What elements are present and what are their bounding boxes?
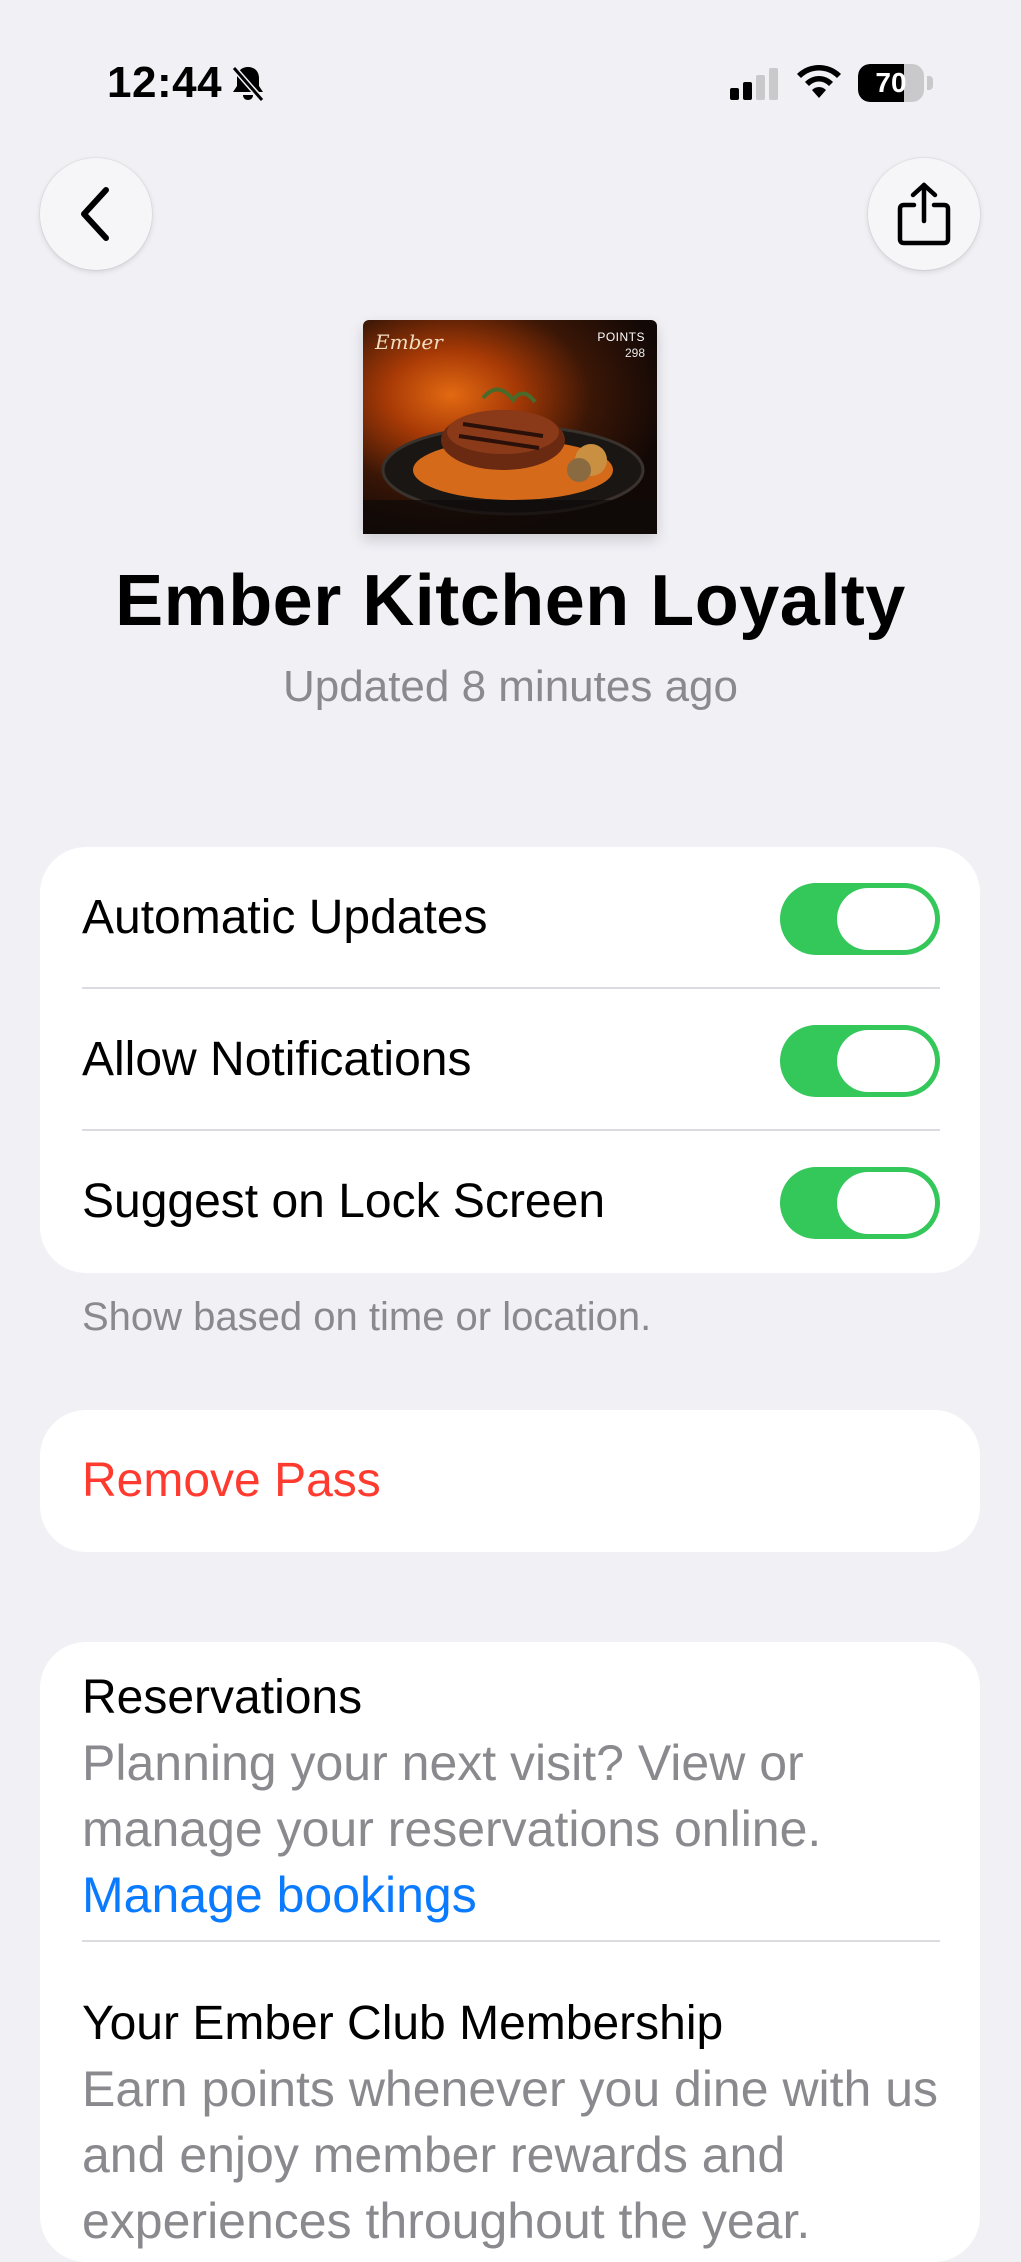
suggest-lock-screen-label: Suggest on Lock Screen (82, 1175, 606, 1228)
pass-thumbnail: Ember POINTS 298 (363, 320, 657, 534)
reservations-title: Reservations (82, 1671, 363, 1724)
automatic-updates-toggle[interactable] (780, 883, 940, 955)
cellular-signal-icon (730, 68, 778, 100)
suggest-lock-screen-row: Suggest on Lock Screen (40, 1131, 980, 1273)
membership-text: Earn points whenever you dine with us an… (82, 2061, 939, 2249)
status-time: 12:44 (107, 58, 223, 107)
allow-notifications-label: Allow Notifications (82, 1033, 472, 1086)
bell-slash-icon (231, 66, 265, 102)
reservations-text: Planning your next visit? View or manage… (82, 1735, 822, 1857)
battery-percent: 70 (875, 67, 907, 98)
battery-icon: 70 (858, 64, 934, 104)
pass-title: Ember Kitchen Loyalty (115, 561, 906, 641)
remove-pass-button[interactable]: Remove Pass (40, 1410, 980, 1552)
pass-food-image (363, 387, 657, 534)
settings-footnote: Show based on time or location. (82, 1295, 652, 1339)
pass-settings-group: Automatic Updates Allow Notifications Su… (40, 847, 980, 1273)
membership-section: Your Ember Club Membership Earn points w… (40, 1966, 980, 2254)
status-bar: 12:44 70 (0, 0, 1021, 170)
reservations-section: Reservations Planning your next visit? V… (40, 1642, 980, 1966)
automatic-updates-row: Automatic Updates (40, 847, 980, 989)
manage-bookings-link[interactable]: Manage bookings (82, 1862, 940, 1928)
share-icon (897, 182, 951, 246)
share-button[interactable] (868, 158, 980, 270)
back-button[interactable] (40, 158, 152, 270)
allow-notifications-row: Allow Notifications (40, 989, 980, 1131)
suggest-lock-screen-toggle[interactable] (780, 1167, 940, 1239)
updated-subtitle: Updated 8 minutes ago (283, 662, 738, 711)
pass-info-group: Reservations Planning your next visit? V… (40, 1642, 980, 2262)
allow-notifications-toggle[interactable] (780, 1025, 940, 1097)
remove-pass-label: Remove Pass (82, 1454, 381, 1507)
membership-title: Your Ember Club Membership (82, 1997, 724, 2050)
automatic-updates-label: Automatic Updates (82, 891, 488, 944)
chevron-left-icon (81, 187, 109, 241)
wifi-icon (797, 65, 841, 98)
